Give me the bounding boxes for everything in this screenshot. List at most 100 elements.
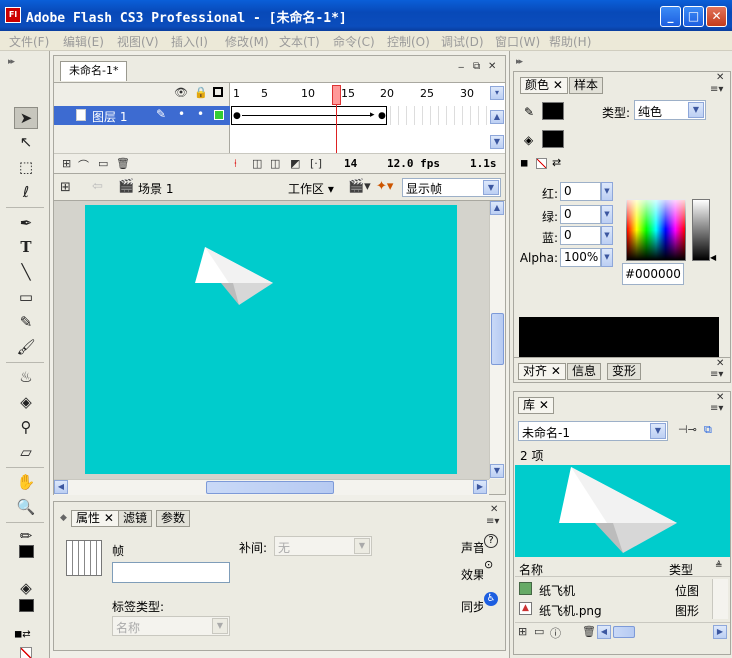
library-vertical-scrollbar[interactable] (712, 579, 728, 619)
menu-file[interactable]: 文件(F) (9, 33, 49, 50)
menu-modify[interactable]: 修改(M) (225, 33, 269, 50)
swap-colors-icon[interactable]: ⇄ (552, 156, 561, 169)
fill-color-swatch[interactable] (19, 599, 34, 612)
scene-label[interactable]: 场景 1 (138, 180, 173, 197)
alpha-chevron-down-icon[interactable]: ▼ (601, 248, 613, 267)
align-panel-close-icon[interactable]: ✕ (716, 358, 724, 369)
help-icon[interactable]: ? (484, 534, 498, 548)
motion-tween-span[interactable]: ● ▸ ● (231, 106, 387, 125)
minimize-button[interactable]: _ (660, 6, 681, 27)
zoom-tool-icon[interactable]: 🔍 (14, 496, 38, 518)
library-document-dropdown[interactable]: 未命名-1 ▼ (518, 421, 668, 441)
edit-in-place-icon[interactable]: ⊙ (484, 558, 493, 571)
stage-vertical-scrollbar[interactable]: ▲ ▼ (489, 201, 505, 479)
line-tool-icon[interactable]: ╲ (14, 261, 38, 283)
tab-align[interactable]: 对齐 ✕ (518, 363, 566, 380)
eye-icon[interactable]: 👁 (174, 86, 188, 99)
brightness-pointer-icon[interactable]: ◀ (710, 253, 716, 262)
tween-dropdown[interactable]: 无 ▼ (274, 536, 372, 556)
playhead[interactable] (332, 85, 341, 105)
stage-canvas[interactable] (85, 205, 457, 474)
free-transform-tool-icon[interactable]: ⬚ (14, 156, 38, 178)
alpha-input[interactable]: 100% (560, 248, 601, 267)
document-tab[interactable]: 未命名-1* (60, 61, 128, 81)
brush-tool-icon[interactable]: 🖌 (14, 336, 38, 358)
hex-color-input[interactable]: #000000 (622, 263, 684, 285)
swap-colors-icon[interactable]: ◼⇄ (14, 629, 40, 643)
stage-horizontal-scrollbar[interactable]: ◀ ▶ (54, 479, 489, 495)
selection-tool-icon[interactable]: ➤ (14, 107, 38, 129)
menu-edit[interactable]: 编辑(E) (63, 33, 104, 50)
blue-chevron-down-icon[interactable]: ▼ (601, 226, 613, 245)
tab-filters[interactable]: 滤镜 (118, 510, 153, 527)
library-scroll-left-button[interactable]: ◀ (597, 625, 611, 639)
red-input[interactable]: 0 (560, 182, 601, 201)
doc-minimize-icon[interactable]: ‒ (458, 62, 464, 73)
back-arrow-icon[interactable]: ⇦ (92, 179, 103, 194)
menu-control[interactable]: 控制(O) (387, 33, 430, 50)
default-colors-icon[interactable]: ◼ (520, 158, 528, 169)
stage-pasteboard[interactable] (54, 201, 489, 479)
sort-order-icon[interactable]: ≜ (715, 561, 723, 571)
layer-visible-dot-icon[interactable]: • (178, 107, 185, 121)
list-item[interactable]: 纸飞机 位图 (515, 579, 711, 599)
panel-collapse-icon[interactable]: ◆ (60, 513, 67, 523)
align-panel-menu-icon[interactable]: ≡▾ (710, 369, 723, 380)
brightness-slider[interactable] (692, 199, 710, 261)
tab-color[interactable]: 颜色 ✕ (520, 77, 568, 94)
text-tool-icon[interactable]: T (14, 236, 38, 258)
new-library-panel-icon[interactable]: ⧉ (704, 423, 712, 437)
color-panel-menu-icon[interactable]: ≡▾ (710, 84, 723, 95)
delete-item-icon[interactable]: 🗑 (582, 625, 596, 638)
stroke-color-chip[interactable] (542, 102, 564, 120)
column-header-name[interactable]: 名称 (519, 561, 543, 578)
no-color-icon[interactable] (20, 647, 32, 658)
hand-tool-icon[interactable]: ✋ (14, 471, 38, 493)
layer-lock-dot-icon[interactable]: • (197, 107, 204, 121)
scroll-down-button[interactable]: ▼ (490, 464, 504, 478)
menu-help[interactable]: 帮助(H) (549, 33, 591, 50)
library-horizontal-scroll-thumb[interactable] (613, 626, 635, 638)
workspace-dropdown[interactable]: 工作区 ▾ (288, 180, 334, 197)
blue-input[interactable]: 0 (560, 226, 601, 245)
tab-properties[interactable]: 属性 ✕ (71, 510, 119, 527)
layer-row[interactable]: 图层 1 ✎ • • (54, 106, 230, 125)
rectangle-tool-icon[interactable]: ▭ (14, 286, 38, 308)
list-item[interactable]: ▲ 纸飞机.png 图形 (515, 599, 711, 619)
menu-debug[interactable]: 调试(D) (441, 33, 484, 50)
eyedropper-tool-icon[interactable]: ⚲ (14, 416, 38, 438)
timeline-scroll-down-button[interactable]: ▼ (490, 135, 504, 149)
pencil-tool-icon[interactable]: ✎ (14, 311, 38, 333)
menu-commands[interactable]: 命令(C) (333, 33, 375, 50)
label-type-dropdown[interactable]: 名称 ▼ (112, 616, 230, 636)
stroke-color-swatch[interactable] (19, 545, 34, 558)
timeline-toggle-icon[interactable]: ⊞ (60, 180, 71, 195)
pen-tool-icon[interactable]: ✒ (14, 212, 38, 234)
insert-folder-icon[interactable]: ▭ (98, 157, 108, 170)
lock-icon[interactable]: 🔒 (194, 86, 208, 99)
toolbar-gripper-icon[interactable]: ▸▸ (8, 57, 15, 67)
subselection-tool-icon[interactable]: ↖ (14, 131, 38, 153)
no-color-icon[interactable] (536, 158, 547, 169)
color-panel-close-icon[interactable]: ✕ (716, 72, 724, 83)
insert-layer-icon[interactable]: ⊞ (62, 157, 71, 170)
fill-color-chip[interactable] (542, 130, 564, 148)
onion-outlines-icon[interactable]: ◫ (270, 157, 280, 170)
paper-plane-graphic[interactable] (193, 245, 275, 307)
tab-parameters[interactable]: 参数 (156, 510, 191, 527)
outline-icon[interactable] (213, 87, 223, 97)
eraser-tool-icon[interactable]: ▱ (14, 441, 38, 463)
layer-name[interactable]: 图层 1 (92, 108, 127, 125)
fill-type-dropdown[interactable]: 纯色 ▼ (634, 100, 706, 120)
red-chevron-down-icon[interactable]: ▼ (601, 182, 613, 201)
library-scroll-right-button[interactable]: ▶ (713, 625, 727, 639)
paint-bucket-tool-icon[interactable]: ◈ (14, 391, 38, 413)
edit-scene-icon[interactable]: 🎬▾ (348, 179, 371, 194)
props-close-icon[interactable]: ✕ (490, 504, 498, 515)
green-input[interactable]: 0 (560, 205, 601, 224)
ink-bottle-tool-icon[interactable]: ♨ (14, 366, 38, 388)
library-menu-icon[interactable]: ≡▾ (710, 403, 723, 414)
vertical-scroll-thumb[interactable] (491, 313, 504, 365)
horizontal-scroll-thumb[interactable] (206, 481, 334, 494)
delete-layer-icon[interactable]: 🗑 (116, 157, 130, 170)
